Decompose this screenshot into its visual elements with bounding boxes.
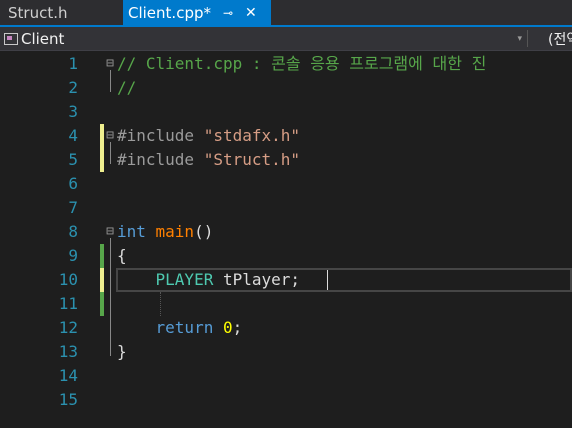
code-line[interactable]: 1 ⊟// Client.cpp : 콘솔 응용 프로그램에 대한 진 — [0, 52, 572, 76]
code-line[interactable]: 7 — [0, 196, 572, 220]
code-token: } — [117, 342, 127, 361]
code-token: { — [117, 246, 127, 265]
line-number: 9 — [68, 246, 78, 265]
project-dropdown[interactable]: Client ▾ — [4, 27, 526, 50]
code-editor[interactable]: 1 ⊟// Client.cpp : 콘솔 응용 프로그램에 대한 진 2 // 3 4 ⊟… — [0, 51, 572, 428]
code-line[interactable]: 3 — [0, 100, 572, 124]
close-icon[interactable]: ✕ — [245, 5, 257, 21]
scope-dropdown[interactable]: (전역 — [548, 27, 572, 50]
code-text: return 0; — [117, 316, 243, 340]
code-line[interactable]: 5 #include "Struct.h" — [0, 148, 572, 172]
line-number: 15 — [58, 390, 78, 409]
line-number: 13 — [58, 342, 78, 361]
code-token: int — [117, 222, 156, 241]
tab-client-cpp[interactable]: Client.cpp* ⊸ ✕ — [123, 0, 271, 25]
outline-guide — [110, 142, 111, 164]
code-text: // — [117, 76, 136, 100]
code-token: 0 — [222, 318, 233, 337]
code-token: "stdafx.h" — [203, 126, 301, 145]
line-number: 7 — [68, 198, 78, 217]
change-marker — [100, 244, 104, 268]
code-text: { — [117, 244, 127, 268]
change-marker — [100, 148, 104, 172]
code-line[interactable]: 14 — [0, 364, 572, 388]
code-line[interactable]: 9{ — [0, 244, 572, 268]
tab-label: Struct.h — [8, 3, 68, 22]
tab-struct-h[interactable]: Struct.h — [0, 0, 126, 25]
change-marker — [100, 268, 104, 292]
line-number: 3 — [68, 102, 78, 121]
code-text: #include "Struct.h" — [117, 148, 300, 172]
indent-guide — [160, 292, 162, 316]
change-marker — [100, 292, 104, 316]
line-number: 1 — [68, 54, 78, 73]
code-text: // Client.cpp : 콘솔 응용 프로그램에 대한 진 — [117, 52, 486, 76]
line-number: 6 — [68, 174, 78, 193]
code-line[interactable]: 8 ⊟ int main() — [0, 220, 572, 244]
code-token: // Client.cpp : 콘솔 응용 프로그램에 대한 진 — [117, 54, 487, 73]
line-number: 8 — [68, 222, 78, 241]
outline-guide — [110, 70, 111, 92]
line-number: 12 — [58, 318, 78, 337]
navigation-bar: Client ▾ (전역 — [0, 27, 572, 51]
code-line[interactable]: 11 — [0, 292, 572, 316]
code-line[interactable]: 4 ⊟ #include "stdafx.h" — [0, 124, 572, 148]
code-token: return — [155, 318, 223, 337]
code-token: tPlayer; — [213, 270, 301, 289]
line-number: 2 — [68, 78, 78, 97]
code-token: main — [155, 222, 195, 241]
divider — [527, 30, 528, 47]
code-text: PLAYER tPlayer; — [117, 268, 301, 292]
line-number: 10 — [58, 270, 78, 289]
code-line[interactable]: 10 PLAYER tPlayer; — [0, 268, 572, 292]
line-number: 5 — [68, 150, 78, 169]
code-text: #include "stdafx.h" — [117, 124, 300, 148]
code-token: ; — [232, 318, 243, 337]
scope-label: (전역 — [548, 31, 572, 48]
text-caret — [327, 270, 328, 290]
code-text: int main() — [117, 220, 213, 244]
line-number: 11 — [58, 294, 78, 313]
document-tab-bar: Struct.h Client.cpp* ⊸ ✕ — [0, 0, 572, 27]
pin-icon[interactable]: ⊸ — [223, 6, 233, 20]
outline-guide — [110, 238, 111, 356]
tab-label: Client.cpp* — [128, 3, 211, 22]
line-number: 4 — [68, 126, 78, 145]
code-line[interactable]: 15 — [0, 388, 572, 412]
project-label: Client — [21, 29, 65, 48]
code-token: PLAYER — [155, 270, 214, 289]
code-line[interactable]: 13} — [0, 340, 572, 364]
code-token: #include — [117, 126, 204, 145]
line-number: 14 — [58, 366, 78, 385]
project-icon — [4, 32, 18, 45]
code-token: () — [194, 222, 214, 241]
chevron-down-icon: ▾ — [517, 34, 522, 44]
code-line[interactable]: 6 — [0, 172, 572, 196]
code-token: // — [117, 78, 137, 97]
code-token: #include — [117, 150, 204, 169]
code-text: } — [117, 340, 127, 364]
code-token: "Struct.h" — [203, 150, 301, 169]
code-line[interactable]: 2 // — [0, 76, 572, 100]
code-line[interactable]: 12 return 0; — [0, 316, 572, 340]
